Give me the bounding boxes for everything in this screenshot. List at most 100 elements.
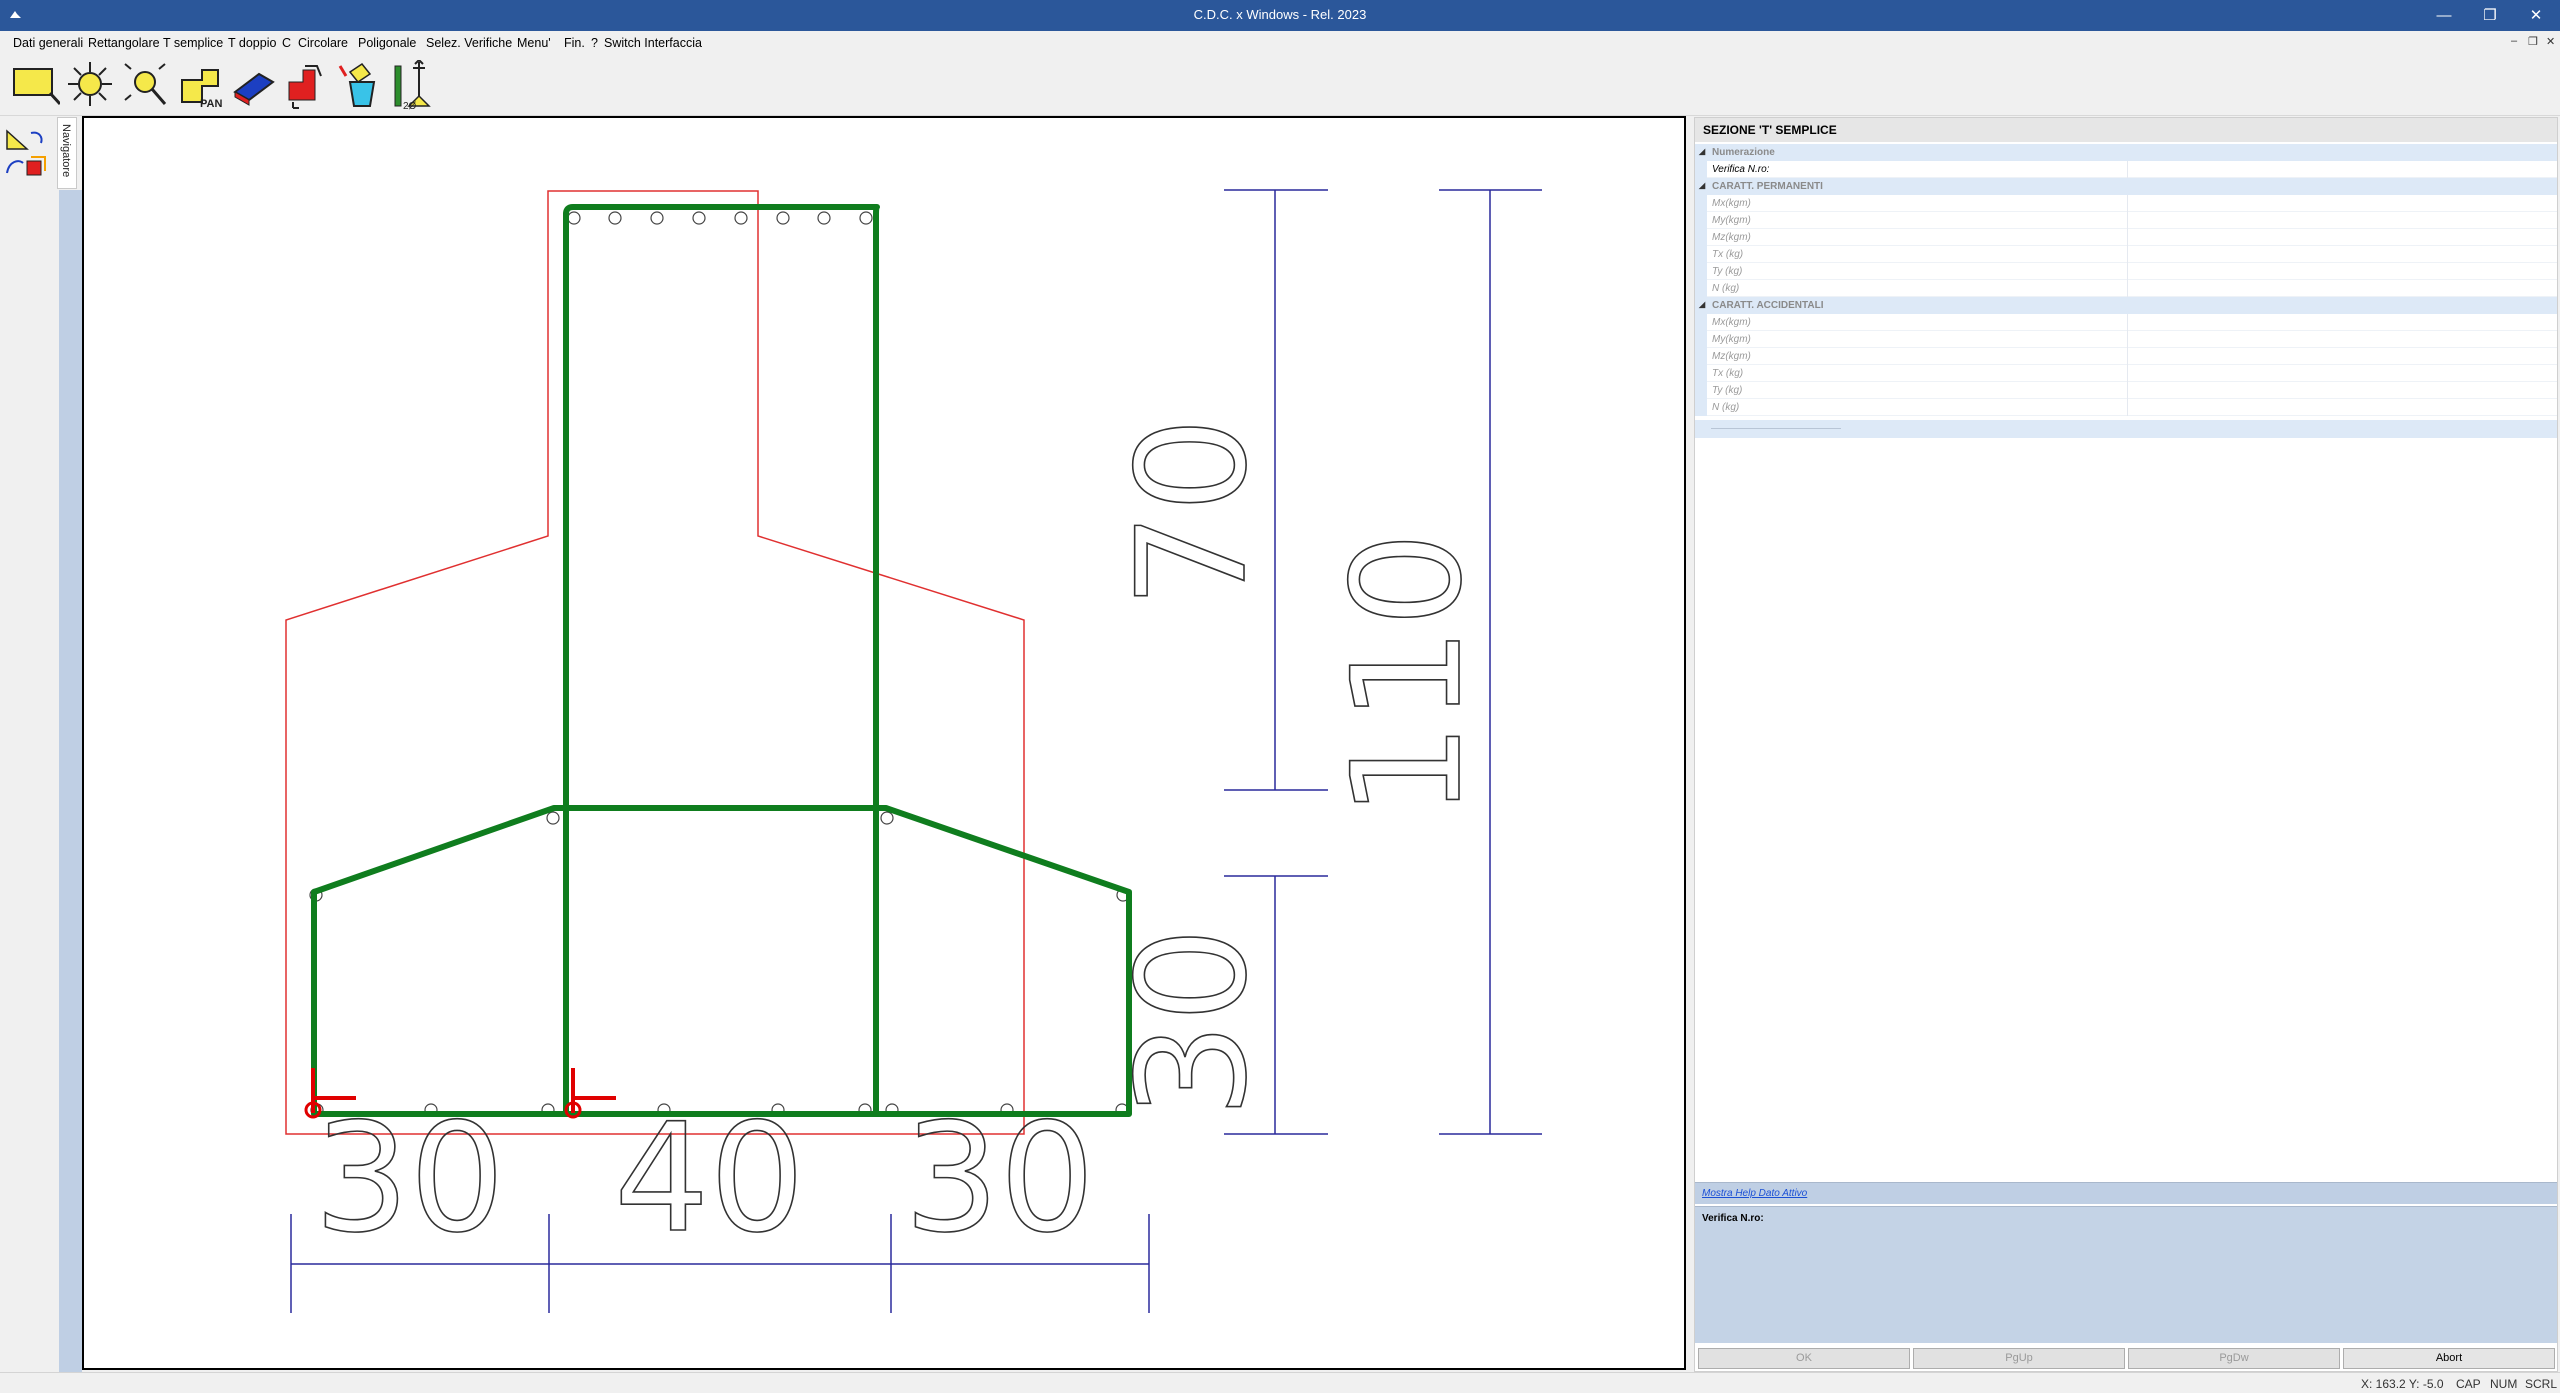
row-gutter — [1695, 399, 1707, 416]
property-row[interactable]: Verifica N.ro: — [1695, 161, 2557, 178]
menu-menu[interactable]: Menu' — [517, 36, 551, 50]
mdi-close-button[interactable]: ✕ — [2546, 35, 2555, 48]
menu-rettangolare[interactable]: Rettangolare — [88, 36, 160, 50]
row-gutter — [1695, 212, 1707, 229]
drawing-canvas[interactable]: 30 40 30 70 30 110 — [82, 116, 1686, 1370]
eraser-icon[interactable] — [229, 60, 279, 110]
help-link[interactable]: Mostra Help Dato Attivo — [1702, 1188, 1807, 1199]
help-link-bar: Mostra Help Dato Attivo — [1695, 1182, 2557, 1204]
pgup-button[interactable]: PgUp — [1913, 1348, 2125, 1369]
help-text: Verifica N.ro: — [1702, 1213, 1764, 1224]
property-value-input[interactable] — [2127, 399, 2557, 416]
fill-bucket-icon[interactable] — [336, 60, 386, 110]
navigator-tab-label: Navigatore — [60, 124, 72, 178]
menu-help[interactable]: ? — [591, 36, 598, 50]
property-row[interactable]: Mz(kgm) — [1695, 229, 2557, 246]
dim-label-70: 70 — [1106, 417, 1280, 608]
property-row[interactable]: N (kg) — [1695, 399, 2557, 416]
property-label: Numerazione — [1712, 147, 1775, 158]
menu-t-semplice[interactable]: T semplice — [163, 36, 223, 50]
status-coords: X: 163.2 Y: -5.0 — [2361, 1377, 2444, 1391]
menu-selez-verifiche[interactable]: Selez. Verifiche — [426, 36, 512, 50]
property-row[interactable]: Mz(kgm) — [1695, 348, 2557, 365]
origin-marker-2 — [564, 1068, 616, 1119]
row-gutter — [1695, 263, 1707, 280]
zoom-out-icon[interactable] — [121, 60, 171, 110]
menu-c[interactable]: C — [282, 36, 291, 50]
rebar-spacing-icon[interactable]: 2Ø — [389, 60, 439, 110]
title-bar: C.D.C. x Windows - Rel. 2023 — ❐ ✕ — [0, 0, 2560, 31]
minimize-button[interactable]: — — [2421, 0, 2467, 31]
ok-button[interactable]: OK — [1698, 1348, 1910, 1369]
close-button[interactable]: ✕ — [2513, 0, 2559, 31]
property-label: Ty (kg) — [1712, 266, 1743, 277]
menu-dati-generali[interactable]: Dati generali — [13, 36, 83, 50]
menu-circolare[interactable]: Circolare — [298, 36, 348, 50]
abort-button[interactable]: Abort — [2343, 1348, 2555, 1369]
property-value-input[interactable] — [2127, 280, 2557, 297]
collapse-arrow-icon[interactable]: ◢ — [1699, 147, 1705, 156]
property-label: CARATT. PERMANENTI — [1712, 181, 1823, 192]
property-value-input[interactable] — [2127, 212, 2557, 229]
property-category[interactable]: ◢ CARATT. PERMANENTI — [1695, 178, 2557, 195]
property-row[interactable]: Tx (kg) — [1695, 365, 2557, 382]
row-gutter — [1695, 365, 1707, 382]
menu-poligonale[interactable]: Poligonale — [358, 36, 416, 50]
row-gutter — [1695, 280, 1707, 297]
property-value-input[interactable] — [2127, 161, 2557, 178]
menu-t-doppio[interactable]: T doppio — [228, 36, 276, 50]
row-gutter — [1695, 331, 1707, 348]
property-label: N (kg) — [1712, 283, 1740, 294]
property-label: My(kgm) — [1712, 215, 1751, 226]
property-category[interactable]: ◢ Numerazione — [1695, 144, 2557, 161]
zoom-all-icon[interactable] — [66, 60, 116, 110]
property-value-input[interactable] — [2127, 365, 2557, 382]
dim-label-30-vertical: 30 — [1106, 927, 1280, 1118]
property-label: Ty (kg) — [1712, 385, 1743, 396]
pgdw-button[interactable]: PgDw — [2128, 1348, 2340, 1369]
row-gutter — [1695, 382, 1707, 399]
property-row[interactable]: Mx(kgm) — [1695, 195, 2557, 212]
property-label: Mx(kgm) — [1712, 198, 1751, 209]
status-bar: X: 163.2 Y: -5.0 CAP NUM SCRL — [0, 1372, 2560, 1393]
property-row[interactable]: Ty (kg) — [1695, 263, 2557, 280]
property-label: Tx (kg) — [1712, 368, 1744, 379]
pan-label: PAN — [200, 98, 222, 110]
mdi-restore-button[interactable]: ❐ — [2528, 35, 2538, 48]
pan-icon[interactable]: PAN — [174, 60, 224, 110]
property-value-input[interactable] — [2127, 263, 2557, 280]
section-drawing: 30 40 30 70 30 110 — [285, 189, 1542, 1313]
move-origin-icon[interactable] — [283, 60, 333, 110]
dim-label-30-left: 30 — [314, 1092, 505, 1266]
property-row[interactable]: My(kgm) — [1695, 331, 2557, 348]
property-row[interactable]: Ty (kg) — [1695, 382, 2557, 399]
property-value-input[interactable] — [2127, 382, 2557, 399]
row-gutter — [1695, 195, 1707, 212]
property-value-input[interactable] — [2127, 331, 2557, 348]
property-value-input[interactable] — [2127, 314, 2557, 331]
row-gutter — [1695, 314, 1707, 331]
triangle-ruler-icon[interactable] — [5, 127, 47, 151]
zoom-window-icon[interactable] — [10, 60, 60, 110]
property-value-input[interactable] — [2127, 229, 2557, 246]
property-row[interactable]: Tx (kg) — [1695, 246, 2557, 263]
property-value-input[interactable] — [2127, 195, 2557, 212]
rotate-section-icon[interactable] — [5, 153, 50, 179]
collapse-arrow-icon[interactable]: ◢ — [1699, 181, 1705, 190]
property-category[interactable]: ◢ CARATT. ACCIDENTALI — [1695, 297, 2557, 314]
property-label: Mx(kgm) — [1712, 317, 1751, 328]
property-label: Verifica N.ro: — [1712, 164, 1770, 175]
property-row[interactable]: N (kg) — [1695, 280, 2557, 297]
property-value-input[interactable] — [2127, 348, 2557, 365]
menu-fin[interactable]: Fin. — [564, 36, 585, 50]
property-value-input[interactable] — [2127, 246, 2557, 263]
property-row[interactable]: Mx(kgm) — [1695, 314, 2557, 331]
property-label: My(kgm) — [1712, 334, 1751, 345]
toolbar: PAN 2Ø — [0, 54, 2560, 116]
property-row[interactable]: My(kgm) — [1695, 212, 2557, 229]
navigator-tab[interactable]: Navigatore — [57, 117, 77, 189]
menu-switch-interfaccia[interactable]: Switch Interfaccia — [604, 36, 702, 50]
collapse-arrow-icon[interactable]: ◢ — [1699, 300, 1705, 309]
mdi-minimize-button[interactable]: – — [2511, 35, 2517, 47]
restore-button[interactable]: ❐ — [2467, 0, 2513, 31]
